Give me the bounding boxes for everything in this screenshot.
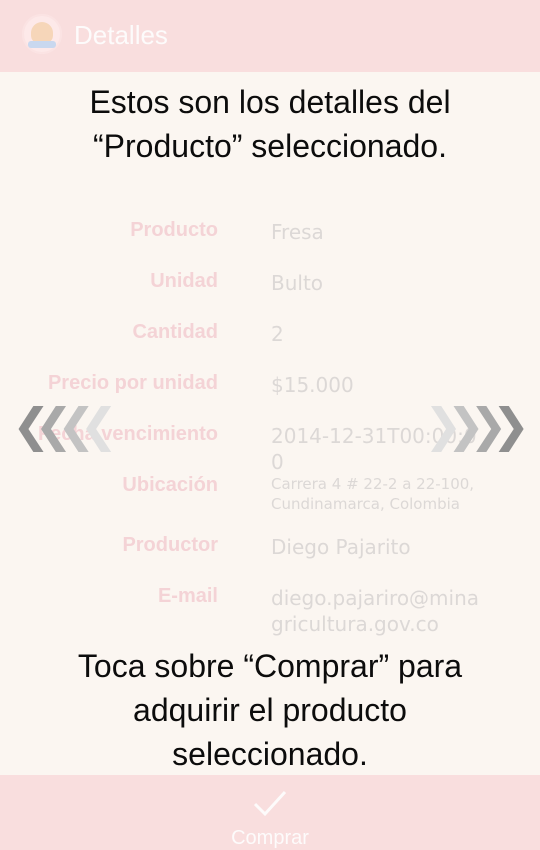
detail-value: Fresa [271, 220, 324, 244]
detail-value: 2 [271, 322, 284, 346]
detail-value: Carrera 4 # 22-2 a 22-100, Cundinamarca,… [271, 475, 475, 513]
detail-label: Cantidad [132, 321, 218, 343]
detail-value: $15.000 [271, 373, 354, 397]
tutorial-text-bottom: Toca sobre “Comprar” para adquirir el pr… [0, 644, 540, 776]
tutorial-line: Estos son los detalles del [89, 84, 451, 120]
buy-label: Comprar [231, 827, 309, 849]
detail-value: Bulto [271, 271, 324, 295]
tutorial-line: Toca sobre “Comprar” para [77, 648, 463, 684]
detail-value: Diego Pajarito [271, 535, 411, 559]
tutorial-line: “Producto” seleccionado. [93, 128, 447, 164]
detail-label: E-mail [157, 585, 218, 607]
buy-button[interactable]: Comprar [0, 775, 540, 850]
detail-value: diego.pajariro@minagricultura.gov.co [271, 586, 480, 636]
swipe-left-chevrons-icon[interactable]: ❮❮❮❮ [12, 400, 118, 450]
detail-label: Ubicación [122, 474, 218, 496]
detail-label: Productor [122, 534, 218, 556]
detail-label: Producto [130, 219, 218, 241]
detail-label: Unidad [150, 270, 218, 292]
app-title: Detalles [74, 20, 168, 50]
app-logo-icon[interactable] [22, 14, 62, 54]
detail-label: Precio por unidad [47, 372, 218, 394]
tutorial-line: adquirir el producto [133, 692, 407, 728]
tutorial-text-top: Estos son los detalles del “Producto” se… [0, 80, 540, 168]
check-icon [253, 790, 287, 817]
swipe-right-chevrons-icon[interactable]: ❯❯❯❯ [424, 400, 530, 450]
app-bar: Detalles [0, 0, 540, 72]
tutorial-line: seleccionado. [172, 736, 368, 772]
